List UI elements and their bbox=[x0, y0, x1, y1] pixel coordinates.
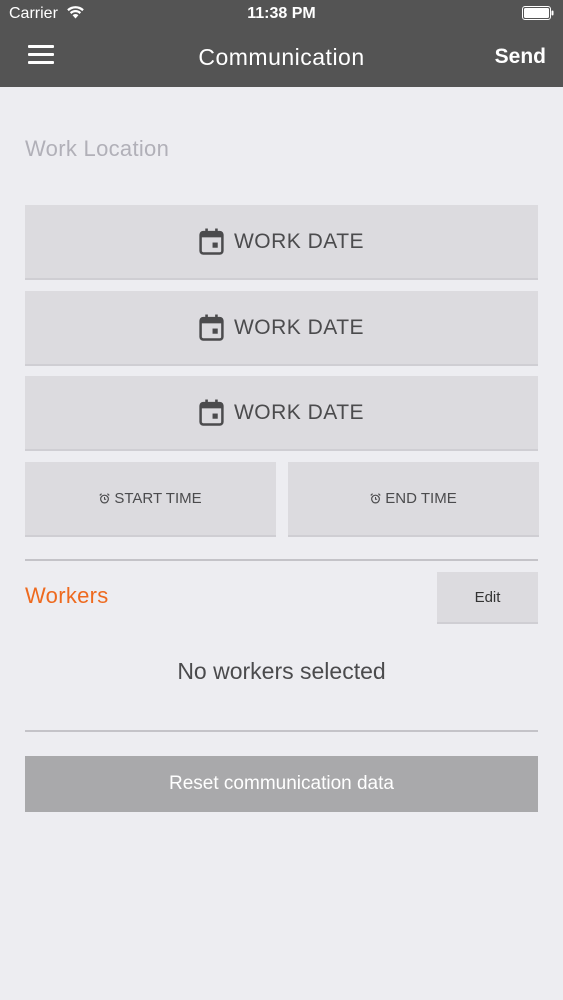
work-date-button[interactable]: WORK DATE bbox=[25, 376, 538, 451]
status-bar: Carrier 11:38 PM bbox=[0, 0, 563, 28]
nav-bar: Communication Send bbox=[0, 28, 563, 87]
end-time-button[interactable]: END TIME bbox=[288, 462, 539, 537]
page-title: Communication bbox=[198, 44, 365, 70]
reset-communication-button[interactable]: Reset communication data bbox=[25, 756, 538, 812]
battery-icon bbox=[522, 6, 554, 20]
work-date-button[interactable]: WORK DATE bbox=[25, 291, 538, 366]
end-time-label: END TIME bbox=[385, 490, 457, 507]
app-header: Carrier 11:38 PM Communication Send bbox=[0, 0, 563, 87]
calendar-icon bbox=[199, 228, 224, 255]
alarm-clock-icon bbox=[370, 493, 381, 504]
menu-icon[interactable] bbox=[28, 45, 56, 67]
alarm-clock-icon bbox=[99, 493, 111, 504]
start-time-button[interactable]: START TIME bbox=[25, 462, 276, 537]
divider bbox=[25, 559, 538, 561]
send-button[interactable]: Send bbox=[495, 45, 546, 69]
workers-heading: Workers bbox=[25, 583, 109, 608]
work-date-label: WORK DATE bbox=[233, 315, 365, 339]
work-date-label: WORK DATE bbox=[233, 229, 365, 253]
work-date-label: WORK DATE bbox=[233, 400, 365, 424]
no-workers-message: No workers selected bbox=[177, 658, 386, 684]
start-time-label: START TIME bbox=[114, 490, 202, 507]
status-time: 11:38 PM bbox=[247, 5, 316, 22]
work-location-field[interactable]: Work Location bbox=[25, 136, 169, 162]
edit-workers-button[interactable]: Edit bbox=[437, 572, 538, 624]
calendar-icon bbox=[199, 399, 224, 426]
divider bbox=[25, 730, 538, 732]
calendar-icon bbox=[199, 314, 224, 341]
work-date-button[interactable]: WORK DATE bbox=[25, 205, 538, 280]
